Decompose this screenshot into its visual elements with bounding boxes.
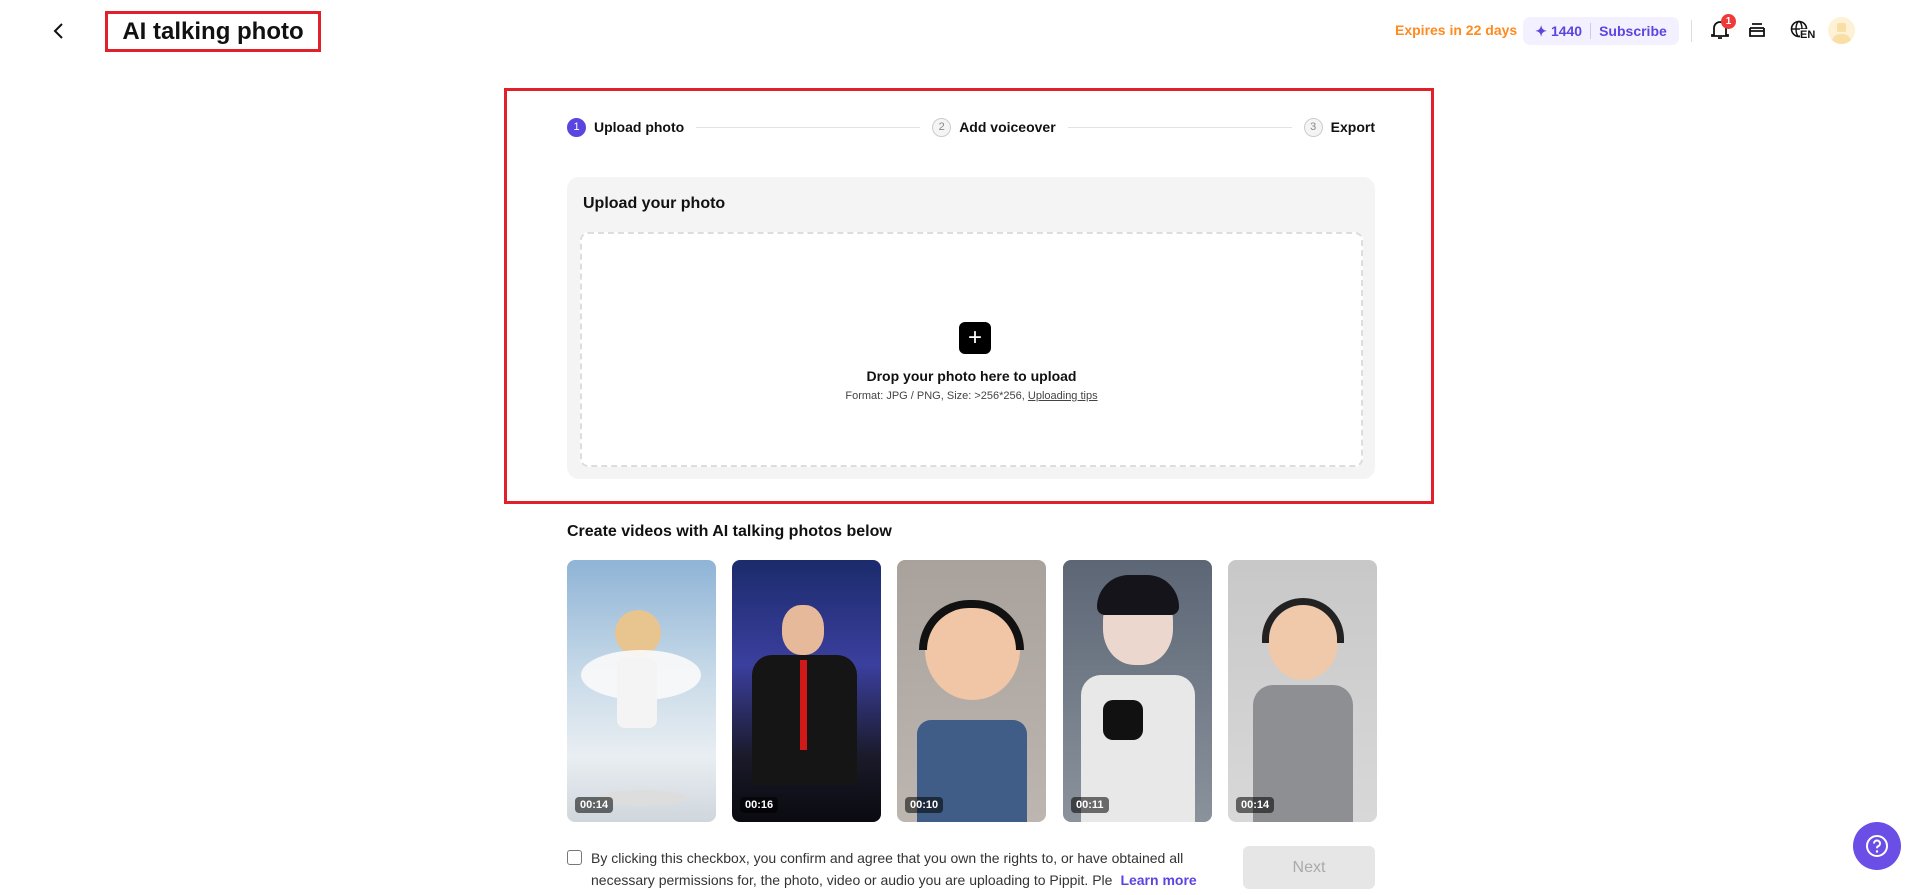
stepper: 1 Upload photo 2 Add voiceover 3 Export [567, 116, 1375, 138]
consent-checkbox[interactable] [567, 850, 582, 865]
example-thumbnail[interactable]: 00:14 [1228, 560, 1377, 822]
step-number: 1 [567, 117, 586, 137]
divider [1590, 23, 1592, 39]
step-label: Add voiceover [959, 119, 1056, 135]
step-export: 3 Export [1303, 117, 1375, 137]
duration-badge: 00:11 [1071, 797, 1109, 813]
step-connector [1067, 126, 1292, 128]
format-text: Format: JPG / PNG, Size: >256*256, [845, 390, 1025, 402]
step-add-voiceover: 2 Add voiceover [932, 117, 1056, 137]
chevron-left-icon [53, 23, 63, 39]
photo-dropzone[interactable]: + Drop your photo here to upload Format:… [580, 232, 1363, 467]
examples-title: Create videos with AI talking photos bel… [567, 523, 892, 540]
next-button[interactable]: Next [1243, 846, 1375, 889]
question-icon [1866, 835, 1888, 857]
consent-body: By clicking this checkbox, you confirm a… [591, 850, 1184, 888]
avatar[interactable] [1828, 17, 1855, 44]
sparkle-icon: ✦ [1535, 22, 1547, 39]
step-connector [696, 126, 921, 128]
example-thumbnail[interactable]: 00:14 [567, 560, 716, 822]
step-upload-photo: 1 Upload photo [567, 117, 685, 137]
upload-title: Upload your photo [583, 195, 726, 212]
stack-icon [1749, 23, 1765, 37]
language-button[interactable]: EN [1785, 17, 1816, 43]
divider [1691, 20, 1692, 42]
step-number: 3 [1303, 117, 1323, 137]
drop-text: Drop your photo here to upload [866, 368, 1077, 384]
page-title: AI talking photo [105, 11, 321, 52]
format-info: Format: JPG / PNG, Size: >256*256, Uploa… [582, 390, 1361, 402]
credits-count: 1440 [1550, 23, 1583, 39]
duration-badge: 00:10 [905, 797, 944, 813]
subscribe-button[interactable]: Subscribe [1599, 23, 1667, 39]
step-label: Export [1330, 119, 1375, 135]
uploading-tips-link[interactable]: Uploading tips [1028, 390, 1098, 402]
wallet-button[interactable] [1746, 19, 1768, 41]
help-button[interactable] [1853, 822, 1901, 870]
back-button[interactable] [44, 16, 74, 46]
credits-subscribe-pill[interactable]: ✦ 1440 Subscribe [1523, 17, 1679, 45]
step-number: 2 [932, 117, 952, 137]
notifications-button[interactable]: 1 [1708, 14, 1736, 42]
duration-badge: 00:16 [740, 797, 779, 813]
expires-text: Expires in 22 days [1395, 22, 1518, 38]
example-thumbnail[interactable]: 00:10 [897, 560, 1046, 822]
duration-badge: 00:14 [1236, 797, 1275, 813]
language-code: EN [1800, 29, 1816, 41]
consent-text: By clicking this checkbox, you confirm a… [591, 847, 1241, 891]
duration-badge: 00:14 [575, 797, 614, 813]
plus-icon[interactable]: + [959, 322, 991, 354]
step-label: Upload photo [594, 119, 685, 135]
example-thumbnail[interactable]: 00:16 [732, 560, 881, 822]
example-thumbnail[interactable]: 00:11 [1063, 560, 1212, 822]
notification-badge: 1 [1721, 14, 1736, 29]
upload-panel: Upload your photo + Drop your photo here… [567, 177, 1375, 479]
learn-more-link[interactable]: Learn more [1120, 872, 1196, 888]
